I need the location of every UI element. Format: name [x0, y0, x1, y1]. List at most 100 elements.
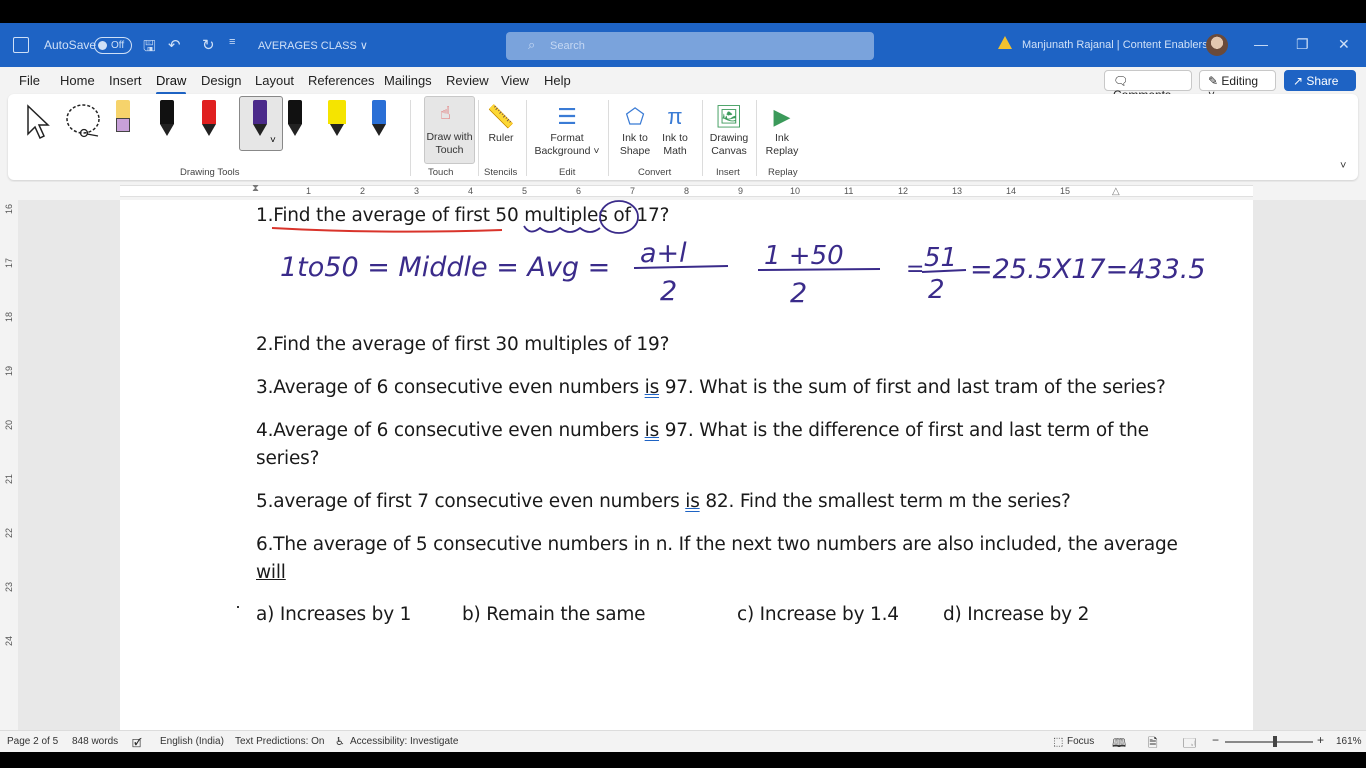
pen-yellow-highlighter-icon[interactable]	[328, 100, 346, 140]
ruler-label: Ruler	[488, 132, 514, 144]
undo-icon[interactable]: ↶	[168, 36, 181, 54]
ruler-number: 4	[468, 186, 474, 196]
zoom-slider-thumb[interactable]	[1273, 736, 1277, 747]
draw-with-touch-button[interactable]: ☝ Draw with Touch	[424, 96, 475, 164]
document-title[interactable]: AVERAGES CLASS ∨	[258, 39, 368, 52]
zoom-out-icon[interactable]: −	[1212, 733, 1219, 747]
ink-to-shape-button[interactable]: ⬠ Ink to Shape	[618, 102, 652, 158]
group-label-touch: Touch	[428, 167, 454, 178]
pen-red-icon[interactable]	[200, 100, 218, 140]
ruler-number: 23	[4, 581, 15, 593]
tab-design[interactable]: Design	[201, 73, 241, 88]
ruler-number: 1	[306, 186, 312, 196]
accessibility-status[interactable]: Accessibility: Investigate	[350, 736, 458, 747]
search-box[interactable]: ⌕ Search	[506, 32, 874, 60]
warning-icon[interactable]	[998, 36, 1012, 49]
question-2[interactable]: 2.Find the average of first 30 multiples…	[256, 331, 669, 359]
user-name[interactable]: Manjunath Rajanal | Content Enablers	[1022, 39, 1208, 51]
focus-icon: ⬚	[1053, 736, 1064, 748]
save-icon[interactable]: 🖫	[143, 36, 156, 61]
tab-draw[interactable]: Draw	[156, 73, 187, 95]
pen-calligraphy-icon[interactable]	[286, 100, 304, 140]
group-label-convert: Convert	[638, 167, 672, 178]
tab-mailings[interactable]: Mailings	[384, 73, 432, 88]
indent-marker-icon[interactable]: ⧗	[252, 183, 259, 194]
zoom-slider[interactable]	[1225, 741, 1313, 743]
vertical-ruler[interactable]: 16 17 18 19 20 21 22 23 24	[0, 200, 18, 730]
minimize-icon[interactable]: —	[1254, 36, 1268, 52]
pen-tip	[253, 124, 267, 136]
zoom-level[interactable]: 161%	[1336, 736, 1362, 747]
collapse-ribbon-icon[interactable]: ˅	[1340, 160, 1346, 172]
ruler-number: 3	[414, 186, 420, 196]
comment-icon: 🗨	[1113, 74, 1129, 88]
focus-button[interactable]: Focus	[1067, 736, 1094, 747]
tab-help[interactable]: Help	[544, 73, 571, 88]
format-background-button[interactable]: ☰ Format Background ˅	[532, 102, 602, 158]
right-indent-marker-icon[interactable]: △	[1112, 186, 1120, 197]
pen-selected-box[interactable]: ˅	[239, 96, 283, 151]
zoom-in-icon[interactable]: +	[1317, 733, 1324, 747]
horizontal-ruler[interactable]: 1 2 3 4 5 6 7 8 9 10 11 12 13 14 15 ⧗ △	[120, 183, 1253, 197]
ink-replay-button[interactable]: ▶ Ink Replay	[762, 102, 802, 158]
chevron-down-icon[interactable]: ˅	[270, 135, 276, 146]
question-4[interactable]: 4.Average of 6 consecutive even numbers …	[256, 417, 1149, 473]
tab-home[interactable]: Home	[60, 73, 95, 88]
search-placeholder: Search	[550, 40, 585, 52]
text-predictions-status[interactable]: Text Predictions: On	[235, 736, 324, 747]
pen-black-icon[interactable]	[158, 100, 176, 140]
comments-button[interactable]: 🗨 Comments	[1104, 70, 1192, 102]
grammar-flag-is[interactable]: is	[645, 420, 660, 441]
ruler-button[interactable]: 📏 Ruler	[484, 102, 518, 145]
drawing-canvas-button[interactable]: 🖼 Drawing Canvas	[708, 102, 750, 158]
tab-file[interactable]: File	[19, 73, 40, 88]
pen-tip	[372, 124, 386, 136]
question-3[interactable]: 3.Average of 6 consecutive even numbers …	[256, 374, 1166, 402]
question-5[interactable]: 5.average of first 7 consecutive even nu…	[256, 488, 1071, 516]
editing-mode-button[interactable]: ✎ Editing ˅	[1199, 70, 1276, 102]
group-label-stencils: Stencils	[484, 167, 518, 178]
restore-icon[interactable]: ❐	[1296, 36, 1309, 53]
tab-view[interactable]: View	[501, 73, 529, 88]
share-button[interactable]: ↗ Share	[1284, 70, 1356, 91]
word-app-icon	[13, 37, 29, 53]
autosave-label: AutoSave	[44, 38, 97, 52]
customize-toolbar-icon[interactable]: ≡	[229, 36, 235, 48]
question-4-text-b: 97. What is the difference of first and …	[659, 420, 1149, 441]
option-c[interactable]: c) Increase by 1.4	[737, 601, 899, 629]
draw-with-touch-label-2: Touch	[435, 144, 464, 156]
ruler-number: 11	[844, 186, 854, 196]
page-count[interactable]: Page 2 of 5	[7, 736, 58, 747]
tab-review[interactable]: Review	[446, 73, 489, 88]
separator	[608, 100, 609, 176]
ink-to-math-icon: π	[667, 104, 683, 129]
pen-body	[288, 100, 302, 124]
share-label: Share	[1306, 74, 1339, 88]
tab-references[interactable]: References	[308, 73, 374, 88]
grammar-flag-is[interactable]: is	[645, 377, 660, 398]
format-background-icon: ☰	[557, 104, 577, 129]
pen-tip	[160, 124, 174, 136]
pen-highlighter-icon[interactable]	[114, 100, 132, 140]
avatar[interactable]	[1206, 34, 1228, 56]
close-icon[interactable]: ✕	[1338, 36, 1350, 53]
tab-layout[interactable]: Layout	[255, 73, 294, 88]
option-a[interactable]: a) Increases by 1	[256, 601, 411, 629]
language-status[interactable]: English (India)	[160, 736, 224, 747]
word-count[interactable]: 848 words	[72, 736, 118, 747]
question-1[interactable]: 1.Find the average of first 50 multiples…	[256, 202, 669, 230]
question-5-text-b: 82. Find the smallest term m the series?	[699, 491, 1071, 512]
ink-to-math-button[interactable]: π Ink to Math	[658, 102, 692, 158]
pen-galaxy-icon[interactable]	[370, 100, 388, 140]
question-6[interactable]: 6.The average of 5 consecutive numbers i…	[256, 531, 1178, 587]
select-cursor-icon[interactable]	[24, 104, 52, 140]
autosave-toggle[interactable]: Off	[94, 37, 132, 54]
option-b[interactable]: b) Remain the same	[462, 601, 646, 629]
option-d[interactable]: d) Increase by 2	[943, 601, 1089, 629]
grammar-flag-is[interactable]: is	[685, 491, 700, 512]
redo-icon[interactable]: ↻	[202, 36, 215, 54]
lasso-select-icon[interactable]	[64, 102, 104, 142]
ribbon-tabs: File Home Insert Draw Design Layout Refe…	[0, 67, 1366, 102]
tab-insert[interactable]: Insert	[109, 73, 142, 88]
ruler-number: 22	[4, 527, 15, 539]
